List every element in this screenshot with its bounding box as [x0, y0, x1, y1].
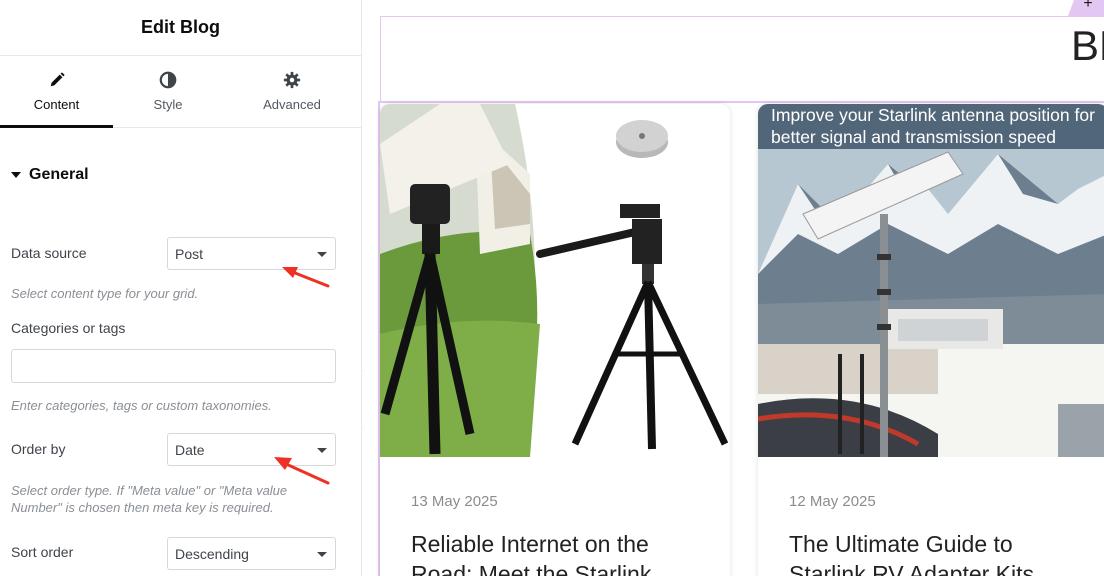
tab-style[interactable]: Style	[113, 56, 223, 127]
card-title[interactable]: Reliable Internet on the Road: Meet the …	[411, 529, 711, 576]
editor-panel: Edit Blog Content Style Advanced General…	[0, 0, 362, 576]
section-general-title: General	[29, 166, 89, 183]
sort-order-select[interactable]: Descending	[167, 537, 336, 570]
card-image[interactable]	[380, 104, 730, 457]
dropdown-arrow-icon	[317, 552, 327, 557]
card-image[interactable]: Improve your Starlink antenna position f…	[758, 104, 1104, 457]
tab-content-label: Content	[33, 97, 80, 112]
categories-description: Enter categories, tags or custom taxonom…	[11, 398, 272, 413]
sort-order-value: Descending	[175, 545, 249, 562]
preview-canvas: + BL	[363, 0, 1104, 576]
annotation-arrow-icon	[282, 267, 330, 288]
pencil-icon	[50, 72, 65, 87]
blog-card[interactable]: 13 May 2025 Reliable Internet on the Roa…	[380, 104, 730, 576]
annotation-arrow-icon	[274, 457, 330, 485]
categories-label: Categories or tags	[11, 320, 126, 336]
tab-advanced[interactable]: Advanced	[223, 56, 361, 127]
card-title[interactable]: The Ultimate Guide to Starlink RV Adapte…	[789, 529, 1089, 576]
heading-text: BL	[1071, 22, 1104, 69]
starlink-rv-photo	[758, 104, 1104, 457]
editor-root: Edit Blog Content Style Advanced General…	[0, 0, 1104, 576]
categories-input[interactable]	[11, 349, 336, 383]
data-source-label: Data source	[11, 245, 87, 261]
card-date: 13 May 2025	[411, 493, 498, 510]
order-by-label: Order by	[11, 441, 66, 457]
dropdown-arrow-icon	[317, 252, 327, 257]
caret-down-icon	[11, 172, 21, 178]
panel-tabs: Content Style Advanced	[0, 56, 361, 128]
gear-icon	[283, 71, 301, 89]
blog-card[interactable]: Improve your Starlink antenna position f…	[758, 104, 1104, 576]
plus-icon: +	[1083, 0, 1093, 12]
sort-order-label: Sort order	[11, 544, 74, 560]
tab-content[interactable]: Content	[0, 56, 113, 128]
section-general-toggle[interactable]: General	[11, 166, 89, 184]
heading-widget[interactable]	[380, 16, 1104, 102]
image-caption: Improve your Starlink antenna position f…	[771, 105, 1095, 147]
order-by-value: Date	[175, 441, 205, 458]
tab-advanced-label: Advanced	[263, 97, 321, 112]
tripod-photo	[380, 104, 730, 457]
data-source-value: Post	[175, 245, 204, 262]
panel-header: Edit Blog	[0, 0, 361, 56]
half-circle-icon	[159, 71, 177, 89]
panel-title: Edit Blog	[141, 17, 220, 37]
tab-style-label: Style	[153, 97, 183, 112]
card-date: 12 May 2025	[789, 493, 876, 510]
add-section-handle[interactable]: +	[1068, 0, 1104, 16]
